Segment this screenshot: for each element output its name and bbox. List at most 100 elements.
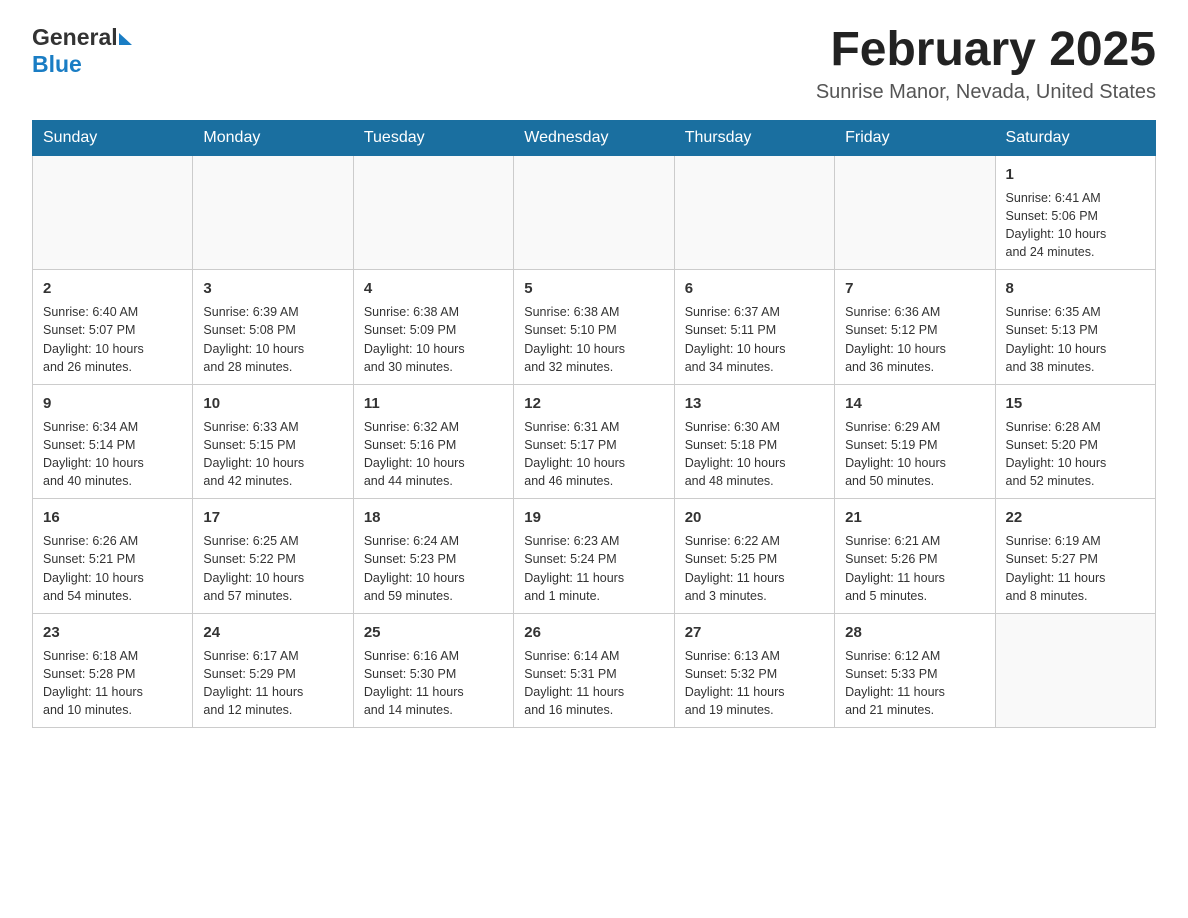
day-number: 28: [845, 622, 984, 643]
calendar-cell: 10 Sunrise: 6:33 AMSunset: 5:15 PMDayligh…: [193, 384, 353, 499]
day-info: Sunrise: 6:23 AMSunset: 5:24 PMDaylight:…: [524, 532, 663, 605]
day-number: 18: [364, 507, 503, 528]
day-number: 24: [203, 622, 342, 643]
day-info: Sunrise: 6:12 AMSunset: 5:33 PMDaylight:…: [845, 647, 984, 720]
day-number: 27: [685, 622, 824, 643]
calendar-cell: 16 Sunrise: 6:26 AMSunset: 5:21 PMDayligh…: [33, 499, 193, 614]
day-info: Sunrise: 6:19 AMSunset: 5:27 PMDaylight:…: [1006, 532, 1145, 605]
calendar-cell: [353, 155, 513, 270]
calendar-title: February 2025: [816, 24, 1156, 77]
day-number: 11: [364, 393, 503, 414]
calendar-week-row: 16 Sunrise: 6:26 AMSunset: 5:21 PMDayligh…: [33, 499, 1156, 614]
calendar-cell: 5 Sunrise: 6:38 AMSunset: 5:10 PMDaylight…: [514, 270, 674, 385]
calendar-cell: 12 Sunrise: 6:31 AMSunset: 5:17 PMDayligh…: [514, 384, 674, 499]
calendar-cell: 20 Sunrise: 6:22 AMSunset: 5:25 PMDayligh…: [674, 499, 834, 614]
header-wednesday: Wednesday: [514, 120, 674, 155]
day-number: 9: [43, 393, 182, 414]
day-number: 21: [845, 507, 984, 528]
day-info: Sunrise: 6:40 AMSunset: 5:07 PMDaylight:…: [43, 303, 182, 376]
day-number: 15: [1006, 393, 1145, 414]
calendar-cell: 2Sunrise: 6:40 AMSunset: 5:07 PMDaylight…: [33, 270, 193, 385]
header-friday: Friday: [835, 120, 995, 155]
day-info: Sunrise: 6:14 AMSunset: 5:31 PMDaylight:…: [524, 647, 663, 720]
day-info: Sunrise: 6:26 AMSunset: 5:21 PMDaylight:…: [43, 532, 182, 605]
day-number: 1: [1006, 164, 1145, 185]
day-info: Sunrise: 6:31 AMSunset: 5:17 PMDaylight:…: [524, 418, 663, 491]
calendar-cell: 21 Sunrise: 6:21 AMSunset: 5:26 PMDayligh…: [835, 499, 995, 614]
day-number: 8: [1006, 278, 1145, 299]
page-header: General Blue February 2025 Sunrise Manor…: [32, 24, 1156, 104]
day-info: Sunrise: 6:34 AMSunset: 5:14 PMDaylight:…: [43, 418, 182, 491]
day-number: 3: [203, 278, 342, 299]
day-number: 12: [524, 393, 663, 414]
header-monday: Monday: [193, 120, 353, 155]
day-info: Sunrise: 6:17 AMSunset: 5:29 PMDaylight:…: [203, 647, 342, 720]
header-thursday: Thursday: [674, 120, 834, 155]
calendar-cell: 23 Sunrise: 6:18 AMSunset: 5:28 PMDayligh…: [33, 613, 193, 728]
header-tuesday: Tuesday: [353, 120, 513, 155]
calendar-cell: 22 Sunrise: 6:19 AMSunset: 5:27 PMDayligh…: [995, 499, 1155, 614]
day-info: Sunrise: 6:35 AMSunset: 5:13 PMDaylight:…: [1006, 303, 1145, 376]
day-number: 22: [1006, 507, 1145, 528]
day-info: Sunrise: 6:16 AMSunset: 5:30 PMDaylight:…: [364, 647, 503, 720]
calendar-week-row: 9 Sunrise: 6:34 AMSunset: 5:14 PMDaylight…: [33, 384, 1156, 499]
header-saturday: Saturday: [995, 120, 1155, 155]
day-number: 6: [685, 278, 824, 299]
calendar-cell: 17 Sunrise: 6:25 AMSunset: 5:22 PMDayligh…: [193, 499, 353, 614]
day-info: Sunrise: 6:37 AMSunset: 5:11 PMDaylight:…: [685, 303, 824, 376]
calendar-cell: 14 Sunrise: 6:29 AMSunset: 5:19 PMDayligh…: [835, 384, 995, 499]
day-info: Sunrise: 6:13 AMSunset: 5:32 PMDaylight:…: [685, 647, 824, 720]
calendar-cell: 28 Sunrise: 6:12 AMSunset: 5:33 PMDayligh…: [835, 613, 995, 728]
calendar-cell: 24 Sunrise: 6:17 AMSunset: 5:29 PMDayligh…: [193, 613, 353, 728]
calendar-cell: [514, 155, 674, 270]
calendar-cell: 19 Sunrise: 6:23 AMSunset: 5:24 PMDayligh…: [514, 499, 674, 614]
day-number: 16: [43, 507, 182, 528]
day-info: Sunrise: 6:38 AMSunset: 5:09 PMDaylight:…: [364, 303, 503, 376]
day-info: Sunrise: 6:18 AMSunset: 5:28 PMDaylight:…: [43, 647, 182, 720]
calendar-cell: 4Sunrise: 6:38 AMSunset: 5:09 PMDaylight…: [353, 270, 513, 385]
calendar-cell: 26 Sunrise: 6:14 AMSunset: 5:31 PMDayligh…: [514, 613, 674, 728]
day-info: Sunrise: 6:39 AMSunset: 5:08 PMDaylight:…: [203, 303, 342, 376]
day-number: 23: [43, 622, 182, 643]
day-info: Sunrise: 6:32 AMSunset: 5:16 PMDaylight:…: [364, 418, 503, 491]
day-info: Sunrise: 6:38 AMSunset: 5:10 PMDaylight:…: [524, 303, 663, 376]
logo-arrow-icon: [119, 33, 132, 45]
calendar-cell: 7Sunrise: 6:36 AMSunset: 5:12 PMDaylight…: [835, 270, 995, 385]
title-block: February 2025 Sunrise Manor, Nevada, Uni…: [816, 24, 1156, 104]
calendar-cell: 25 Sunrise: 6:16 AMSunset: 5:30 PMDayligh…: [353, 613, 513, 728]
calendar-cell: 27 Sunrise: 6:13 AMSunset: 5:32 PMDayligh…: [674, 613, 834, 728]
calendar-cell: [193, 155, 353, 270]
day-info: Sunrise: 6:29 AMSunset: 5:19 PMDaylight:…: [845, 418, 984, 491]
header-sunday: Sunday: [33, 120, 193, 155]
day-info: Sunrise: 6:28 AMSunset: 5:20 PMDaylight:…: [1006, 418, 1145, 491]
day-number: 5: [524, 278, 663, 299]
day-info: Sunrise: 6:22 AMSunset: 5:25 PMDaylight:…: [685, 532, 824, 605]
calendar-header-row: Sunday Monday Tuesday Wednesday Thursday…: [33, 120, 1156, 155]
day-info: Sunrise: 6:21 AMSunset: 5:26 PMDaylight:…: [845, 532, 984, 605]
day-number: 14: [845, 393, 984, 414]
day-info: Sunrise: 6:25 AMSunset: 5:22 PMDaylight:…: [203, 532, 342, 605]
calendar-cell: 1 Sunrise: 6:41 AMSunset: 5:06 PMDaylight…: [995, 155, 1155, 270]
calendar-cell: 15 Sunrise: 6:28 AMSunset: 5:20 PMDayligh…: [995, 384, 1155, 499]
calendar-week-row: 1 Sunrise: 6:41 AMSunset: 5:06 PMDaylight…: [33, 155, 1156, 270]
calendar-subtitle: Sunrise Manor, Nevada, United States: [816, 81, 1156, 104]
calendar-cell: 9 Sunrise: 6:34 AMSunset: 5:14 PMDaylight…: [33, 384, 193, 499]
calendar-cell: 6 Sunrise: 6:37 AMSunset: 5:11 PMDaylight…: [674, 270, 834, 385]
day-number: 17: [203, 507, 342, 528]
calendar-week-row: 23 Sunrise: 6:18 AMSunset: 5:28 PMDayligh…: [33, 613, 1156, 728]
calendar-cell: [674, 155, 834, 270]
day-number: 20: [685, 507, 824, 528]
calendar-cell: [835, 155, 995, 270]
day-info: Sunrise: 6:30 AMSunset: 5:18 PMDaylight:…: [685, 418, 824, 491]
calendar-cell: 18Sunrise: 6:24 AMSunset: 5:23 PMDayligh…: [353, 499, 513, 614]
calendar-cell: 3 Sunrise: 6:39 AMSunset: 5:08 PMDaylight…: [193, 270, 353, 385]
day-number: 19: [524, 507, 663, 528]
day-number: 10: [203, 393, 342, 414]
day-info: Sunrise: 6:33 AMSunset: 5:15 PMDaylight:…: [203, 418, 342, 491]
day-number: 26: [524, 622, 663, 643]
day-info: Sunrise: 6:41 AMSunset: 5:06 PMDaylight:…: [1006, 189, 1145, 262]
logo-general-text: General: [32, 24, 118, 51]
day-number: 25: [364, 622, 503, 643]
calendar-cell: [33, 155, 193, 270]
calendar-cell: 8 Sunrise: 6:35 AMSunset: 5:13 PMDaylight…: [995, 270, 1155, 385]
